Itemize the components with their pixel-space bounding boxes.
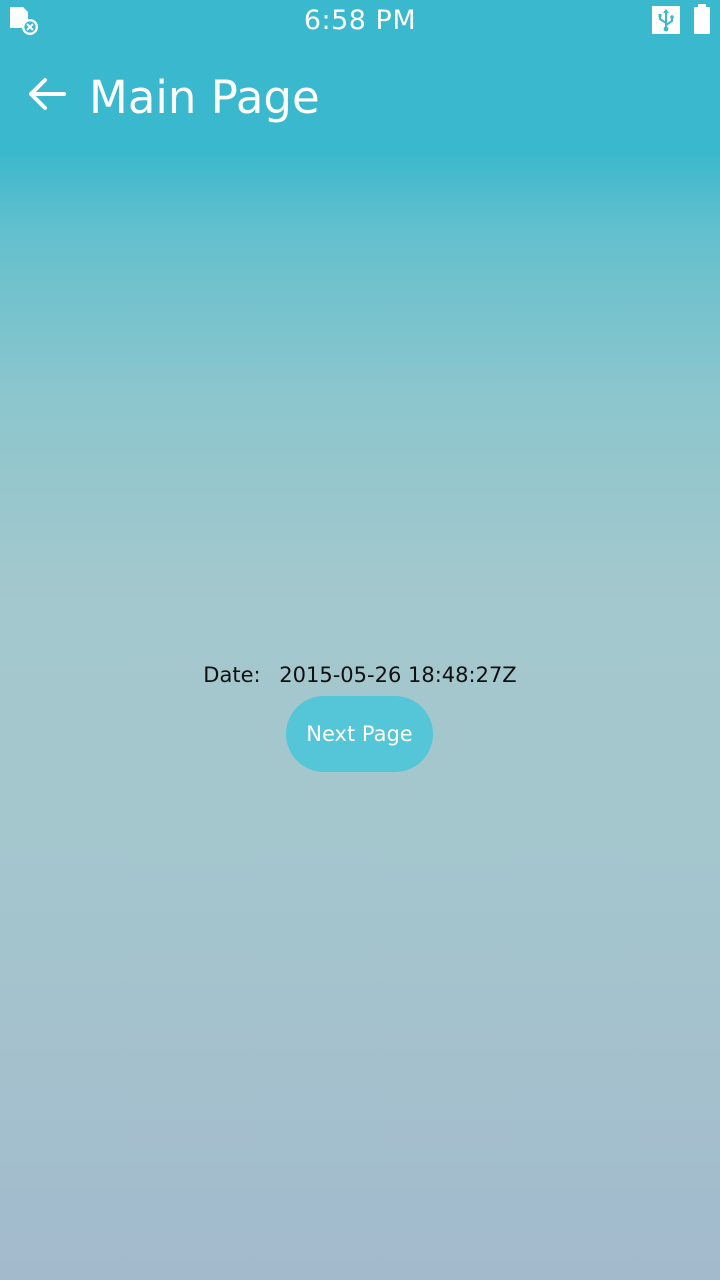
date-label: Date:: [203, 663, 261, 687]
back-button[interactable]: [18, 64, 78, 124]
status-bar: 6:58 PM: [0, 0, 720, 42]
battery-icon: [693, 4, 711, 34]
date-value: 2015-05-26 18:48:27Z: [279, 663, 517, 687]
app-header: Main Page: [0, 42, 720, 152]
next-page-button[interactable]: Next Page: [286, 696, 433, 772]
app-screen: 6:58 PM Main Page Date: 2015-05-26 18:48…: [0, 0, 720, 1280]
date-row: Date: 2015-05-26 18:48:27Z: [0, 661, 720, 689]
status-time: 6:58 PM: [303, 5, 417, 36]
usb-icon: [652, 6, 680, 34]
page-title: Main Page: [89, 71, 320, 124]
